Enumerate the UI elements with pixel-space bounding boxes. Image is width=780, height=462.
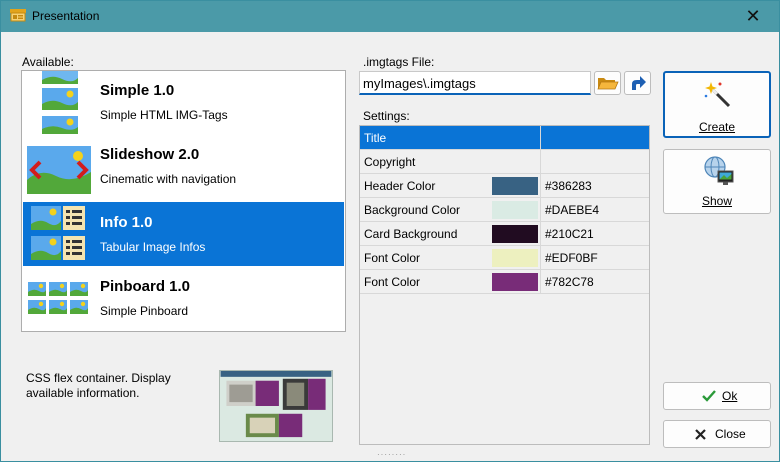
settings-row-background-color[interactable]: Background Color #DAEBE4	[360, 198, 649, 222]
template-name: Info 1.0	[100, 214, 153, 231]
settings-row-card-background[interactable]: Card Background #210C21	[360, 222, 649, 246]
window-title: Presentation	[32, 9, 100, 23]
setting-name: Copyright	[364, 155, 416, 169]
checkmark-icon	[702, 390, 716, 402]
show-button[interactable]: Show	[663, 149, 771, 214]
template-description: Simple HTML IMG-Tags	[100, 108, 228, 122]
setting-value[interactable]: #EDF0BF	[540, 246, 649, 269]
list-item-simple[interactable]: Simple 1.0 Simple HTML IMG-Tags	[23, 71, 344, 134]
template-details: CSS flex container. Display available in…	[26, 371, 171, 400]
template-name: Slideshow 2.0	[100, 146, 200, 163]
settings-row-copyright[interactable]: Copyright	[360, 150, 649, 174]
create-button[interactable]: Create	[663, 71, 771, 138]
settings-row-font-color[interactable]: Font Color #EDF0BF	[360, 246, 649, 270]
close-label: Close	[715, 427, 746, 441]
template-name: Simple 1.0	[100, 82, 175, 99]
color-swatch[interactable]	[492, 249, 538, 267]
settings-row-header-color[interactable]: Header Color #386283	[360, 174, 649, 198]
list-item-pinboard[interactable]: Pinboard 1.0 Simple Pinboard	[23, 266, 344, 330]
close-icon[interactable]: ✕	[741, 5, 765, 27]
template-description: Tabular Image Infos	[100, 240, 206, 254]
color-swatch[interactable]	[492, 225, 538, 243]
available-label: Available:	[22, 55, 74, 69]
setting-value[interactable]	[540, 150, 649, 173]
setting-value[interactable]: #DAEBE4	[540, 198, 649, 221]
settings-label: Settings:	[363, 109, 410, 123]
setting-value[interactable]: #210C21	[540, 222, 649, 245]
ok-label: Ok	[722, 389, 738, 403]
setting-name: Title	[364, 131, 387, 145]
template-description: Cinematic with navigation	[100, 172, 237, 186]
setting-value[interactable]: #782C78	[540, 270, 649, 293]
setting-value[interactable]: #386283	[540, 174, 649, 197]
resize-grip[interactable]: ········	[377, 450, 406, 459]
template-preview-image	[219, 370, 333, 442]
template-name: Pinboard 1.0	[100, 278, 191, 295]
presentation-icon	[10, 9, 26, 22]
show-label: Show	[701, 194, 733, 208]
imgtags-file-input[interactable]: myImages\.imgtags	[359, 71, 591, 95]
settings-grid: Title Copyright Header Color #386283 Bac…	[359, 125, 650, 445]
color-swatch[interactable]	[492, 273, 538, 291]
create-label: Create	[698, 120, 736, 134]
color-swatch[interactable]	[492, 201, 538, 219]
x-icon	[695, 429, 706, 440]
slideshow-template-icon	[27, 146, 91, 194]
open-folder-button[interactable]	[594, 71, 621, 95]
pinboard-template-icon	[28, 282, 88, 314]
folder-open-icon	[597, 78, 619, 90]
template-description: Simple Pinboard	[100, 304, 189, 318]
list-item-slideshow[interactable]: Slideshow 2.0 Cinematic with navigation	[23, 134, 344, 198]
setting-value[interactable]	[540, 126, 649, 149]
magic-wand-icon	[704, 82, 731, 108]
settings-row-title[interactable]: Title	[360, 126, 649, 150]
arrow-redirect-icon	[632, 76, 646, 90]
settings-row-font-color-2[interactable]: Font Color #782C78	[360, 270, 649, 294]
presentation-dialog: Presentation ✕ Available: Simple 1.0 Sim…	[0, 0, 780, 462]
imgtags-label: .imgtags File:	[363, 55, 435, 69]
close-button[interactable]: Close	[663, 420, 771, 448]
template-list[interactable]: Simple 1.0 Simple HTML IMG-Tags Slidesho…	[21, 70, 346, 332]
info-template-icon	[31, 206, 85, 260]
simple-template-icon	[42, 71, 78, 134]
color-swatch[interactable]	[492, 177, 538, 195]
globe-monitor-icon	[704, 156, 734, 185]
title-bar: Presentation ✕	[1, 1, 779, 32]
ok-button[interactable]: Ok	[663, 382, 771, 410]
go-button[interactable]	[624, 71, 651, 95]
list-item-info[interactable]: Info 1.0 Tabular Image Infos	[23, 202, 344, 266]
